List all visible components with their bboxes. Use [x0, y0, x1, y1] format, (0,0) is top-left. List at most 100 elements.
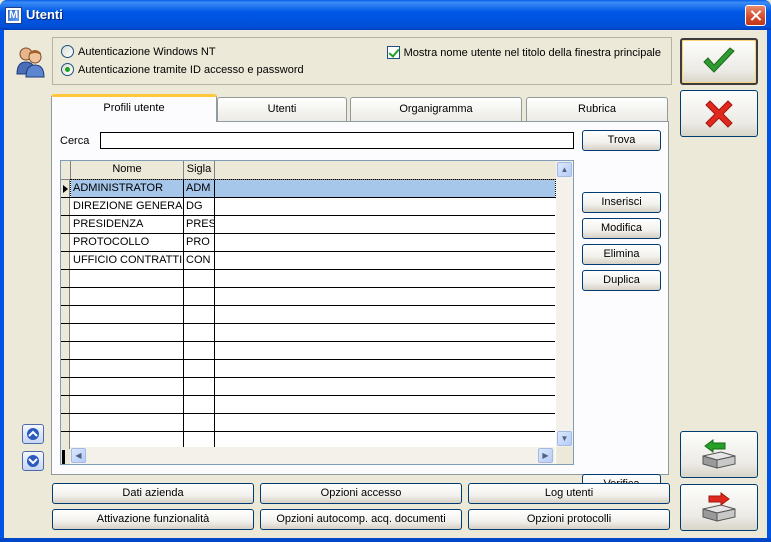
auth-id-radio[interactable]	[61, 63, 74, 76]
cell-nome[interactable]	[71, 414, 184, 431]
scroll-up-icon[interactable]	[22, 424, 44, 444]
vertical-scrollbar[interactable]: ▲ ▼	[556, 161, 573, 449]
cell-nome[interactable]	[71, 378, 184, 395]
app-icon: M	[5, 7, 22, 24]
tab-organigramma-label: Organigramma	[399, 103, 473, 115]
tab-profili-utente[interactable]: Profili utente	[51, 94, 217, 122]
tab-profili-utente-label: Profili utente	[103, 102, 165, 114]
next-record-button[interactable]	[680, 484, 758, 531]
row-selector[interactable]	[61, 198, 70, 215]
table-row[interactable]: PRESIDENZA PRES	[61, 216, 555, 234]
cell-nome[interactable]: DIREZIONE GENERALE	[71, 198, 184, 215]
auth-windows-option[interactable]: Autenticazione Windows NT	[61, 45, 216, 58]
cancel-button[interactable]	[680, 90, 758, 137]
modifica-button[interactable]: Modifica	[582, 218, 661, 239]
cell-nome[interactable]	[71, 396, 184, 413]
cell-sigla[interactable]: PRO	[184, 234, 215, 251]
table-row[interactable]: PROTOCOLLO PRO	[61, 234, 555, 252]
cell-sigla[interactable]: ADM	[184, 180, 215, 197]
cell-sigla[interactable]: CON	[184, 252, 215, 269]
cell-nome[interactable]	[71, 288, 184, 305]
row-selector[interactable]	[61, 324, 70, 341]
show-user-option[interactable]: Mostra nome utente nel titolo della fine…	[386, 46, 661, 59]
table-row[interactable]	[61, 288, 555, 306]
table-row[interactable]: DIREZIONE GENERALE DG	[61, 198, 555, 216]
cell-sigla[interactable]	[184, 270, 215, 287]
cell-nome[interactable]	[71, 324, 184, 341]
cell-nome[interactable]: PRESIDENZA	[71, 216, 184, 233]
inserisci-button[interactable]: Inserisci	[582, 192, 661, 213]
cell-nome[interactable]	[71, 342, 184, 359]
table-row[interactable]	[61, 306, 555, 324]
auth-id-label: Autenticazione tramite ID accesso e pass…	[78, 63, 304, 76]
row-selector[interactable]	[61, 252, 70, 269]
column-nome[interactable]: Nome	[71, 161, 184, 179]
scroll-left-arrow[interactable]: ◀	[71, 448, 86, 463]
tab-utenti-label: Utenti	[267, 103, 297, 115]
cell-sigla[interactable]	[184, 378, 215, 395]
scroll-right-arrow[interactable]: ▶	[538, 448, 553, 463]
cell-sigla[interactable]	[184, 342, 215, 359]
scroll-down-icon[interactable]	[22, 451, 44, 471]
table-row[interactable]	[61, 414, 555, 432]
tab-utenti[interactable]: Utenti	[217, 97, 347, 121]
search-input[interactable]	[100, 132, 574, 149]
row-selector[interactable]	[61, 270, 70, 287]
row-selector[interactable]	[61, 432, 70, 449]
opzioni-accesso-button[interactable]: Opzioni accesso	[260, 483, 462, 504]
trova-button[interactable]: Trova	[582, 130, 661, 151]
log-utenti-button[interactable]: Log utenti	[468, 483, 670, 504]
cell-nome[interactable]	[71, 306, 184, 323]
cell-sigla[interactable]	[184, 288, 215, 305]
profiles-grid[interactable]: Nome Sigla ADMINISTRATOR ADM DIREZIONE GEN…	[60, 160, 574, 465]
row-selector[interactable]	[61, 396, 70, 413]
tab-organigramma[interactable]: Organigramma	[350, 97, 522, 121]
table-row[interactable]: UFFICIO CONTRATTI CON	[61, 252, 555, 270]
cell-sigla[interactable]	[184, 306, 215, 323]
cell-nome[interactable]: UFFICIO CONTRATTI	[71, 252, 184, 269]
table-row[interactable]	[61, 396, 555, 414]
elimina-button[interactable]: Elimina	[582, 244, 661, 265]
row-selector[interactable]	[61, 378, 70, 395]
tab-rubrica[interactable]: Rubrica	[526, 97, 668, 121]
row-selector[interactable]	[61, 360, 70, 377]
row-selector[interactable]	[61, 414, 70, 431]
ok-button[interactable]	[680, 38, 758, 85]
table-row[interactable]	[61, 270, 555, 288]
cell-nome[interactable]	[71, 360, 184, 377]
table-row[interactable]	[61, 342, 555, 360]
cell-sigla[interactable]: DG	[184, 198, 215, 215]
cell-sigla[interactable]	[184, 324, 215, 341]
row-selector[interactable]	[61, 342, 70, 359]
row-selector[interactable]	[61, 216, 70, 233]
cell-sigla[interactable]	[184, 396, 215, 413]
auth-id-option[interactable]: Autenticazione tramite ID accesso e pass…	[61, 63, 304, 76]
cell-nome[interactable]: ADMINISTRATOR	[71, 180, 184, 197]
table-row[interactable]	[61, 378, 555, 396]
row-selector[interactable]	[61, 180, 70, 197]
close-button[interactable]	[745, 5, 766, 26]
dati-azienda-button[interactable]: Dati azienda	[52, 483, 254, 504]
row-selector[interactable]	[61, 306, 70, 323]
table-row[interactable]	[61, 324, 555, 342]
attivazione-funzionalita-button[interactable]: Attivazione funzionalità	[52, 509, 254, 530]
column-sigla[interactable]: Sigla	[184, 161, 215, 179]
duplica-button[interactable]: Duplica	[582, 270, 661, 291]
opzioni-autocomp-button[interactable]: Opzioni autocomp. acq. documenti	[260, 509, 462, 530]
scroll-down-arrow[interactable]: ▼	[557, 431, 572, 446]
cell-sigla[interactable]	[184, 414, 215, 431]
previous-record-button[interactable]	[680, 431, 758, 478]
cell-nome[interactable]: PROTOCOLLO	[71, 234, 184, 251]
row-selector[interactable]	[61, 234, 70, 251]
auth-windows-radio[interactable]	[61, 45, 74, 58]
opzioni-protocolli-button[interactable]: Opzioni protocolli	[468, 509, 670, 530]
show-user-checkbox[interactable]	[386, 46, 400, 59]
horizontal-scrollbar[interactable]: ◀ ▶	[70, 447, 555, 464]
row-selector[interactable]	[61, 288, 70, 305]
table-row[interactable]	[61, 360, 555, 378]
cell-sigla[interactable]: PRES	[184, 216, 215, 233]
table-row[interactable]: ADMINISTRATOR ADM	[61, 179, 556, 198]
cell-sigla[interactable]	[184, 360, 215, 377]
scroll-up-arrow[interactable]: ▲	[557, 162, 572, 177]
cell-nome[interactable]	[71, 270, 184, 287]
